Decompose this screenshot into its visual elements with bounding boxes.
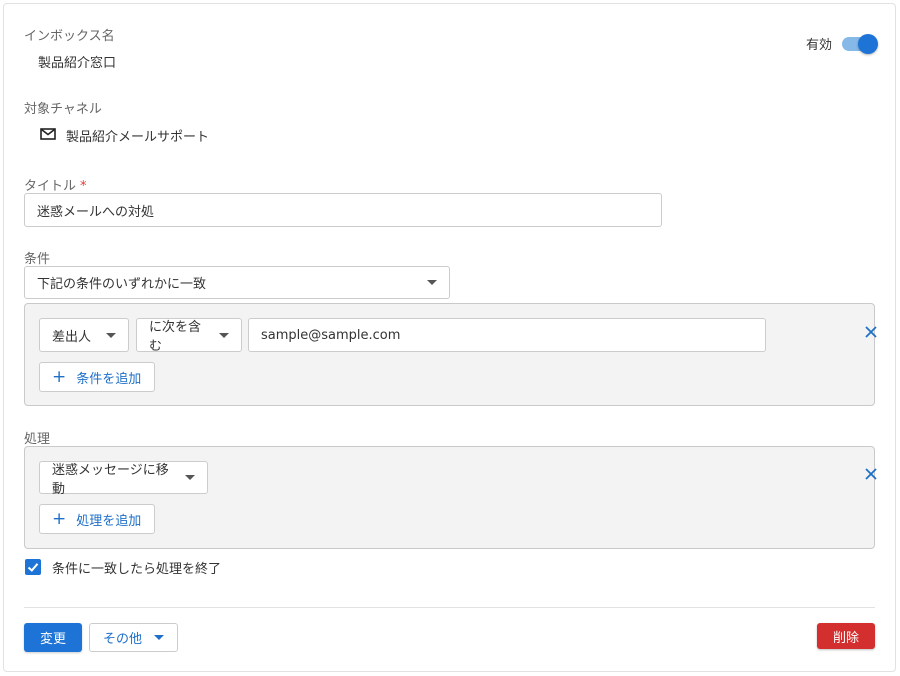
toggle-knob [858, 33, 878, 54]
condition-operator-value: に次を含む [149, 320, 202, 354]
add-condition-button[interactable]: + 条件を追加 [39, 362, 155, 392]
match-mode-value: 下記の条件のいずれかに一致 [37, 277, 207, 292]
chevron-down-icon [427, 280, 437, 285]
condition-field-select[interactable]: 差出人 [39, 318, 129, 352]
channel-label: 対象チャネル [24, 102, 102, 117]
more-menu-button[interactable]: その他 [89, 623, 178, 652]
match-mode-select[interactable]: 下記の条件のいずれかに一致 [24, 266, 450, 299]
action-select[interactable]: 迷惑メッセージに移動 [39, 461, 208, 497]
chevron-down-icon [106, 332, 116, 338]
plus-icon: + [52, 366, 67, 387]
add-condition-label: 条件を追加 [76, 371, 142, 387]
add-action-button[interactable]: + 処理を追加 [39, 504, 155, 534]
inbox-name-value: 製品紹介窓口 [38, 56, 117, 71]
enabled-label: 有効 [805, 38, 832, 53]
plus-icon: + [52, 508, 67, 529]
chevron-down-icon [154, 635, 164, 640]
enabled-toggle-group: 有効 [805, 33, 878, 54]
condition-operator-select[interactable]: に次を含む [136, 318, 242, 354]
enabled-toggle[interactable] [842, 33, 878, 54]
save-button[interactable]: 変更 [24, 623, 82, 652]
delete-button[interactable]: 削除 [817, 623, 875, 649]
required-mark: * [80, 179, 87, 194]
mail-icon [40, 128, 56, 140]
check-icon [27, 563, 39, 572]
chevron-down-icon [219, 332, 229, 338]
title-label-text: タイトル [24, 179, 77, 194]
close-icon[interactable] [864, 467, 878, 481]
chevron-down-icon [185, 475, 195, 480]
add-action-label: 処理を追加 [76, 513, 142, 529]
condition-field-value: 差出人 [52, 329, 92, 345]
channel-value: 製品紹介メールサポート [66, 130, 210, 145]
close-icon[interactable] [864, 325, 878, 339]
more-menu-label: その他 [102, 632, 142, 647]
title-input[interactable]: 迷惑メールへの対処 [24, 193, 662, 227]
stop-processing-label: 条件に一致したら処理を終了 [52, 562, 222, 577]
stop-processing-checkbox[interactable] [25, 559, 41, 575]
title-label: タイトル * [24, 175, 87, 194]
actions-label: 処理 [24, 432, 51, 447]
footer-divider [24, 607, 875, 608]
condition-value-input[interactable]: sample@sample.com [248, 318, 766, 352]
inbox-name-label: インボックス名 [24, 29, 115, 44]
conditions-label: 条件 [24, 252, 51, 267]
action-value: 迷惑メッセージに移動 [52, 462, 169, 497]
